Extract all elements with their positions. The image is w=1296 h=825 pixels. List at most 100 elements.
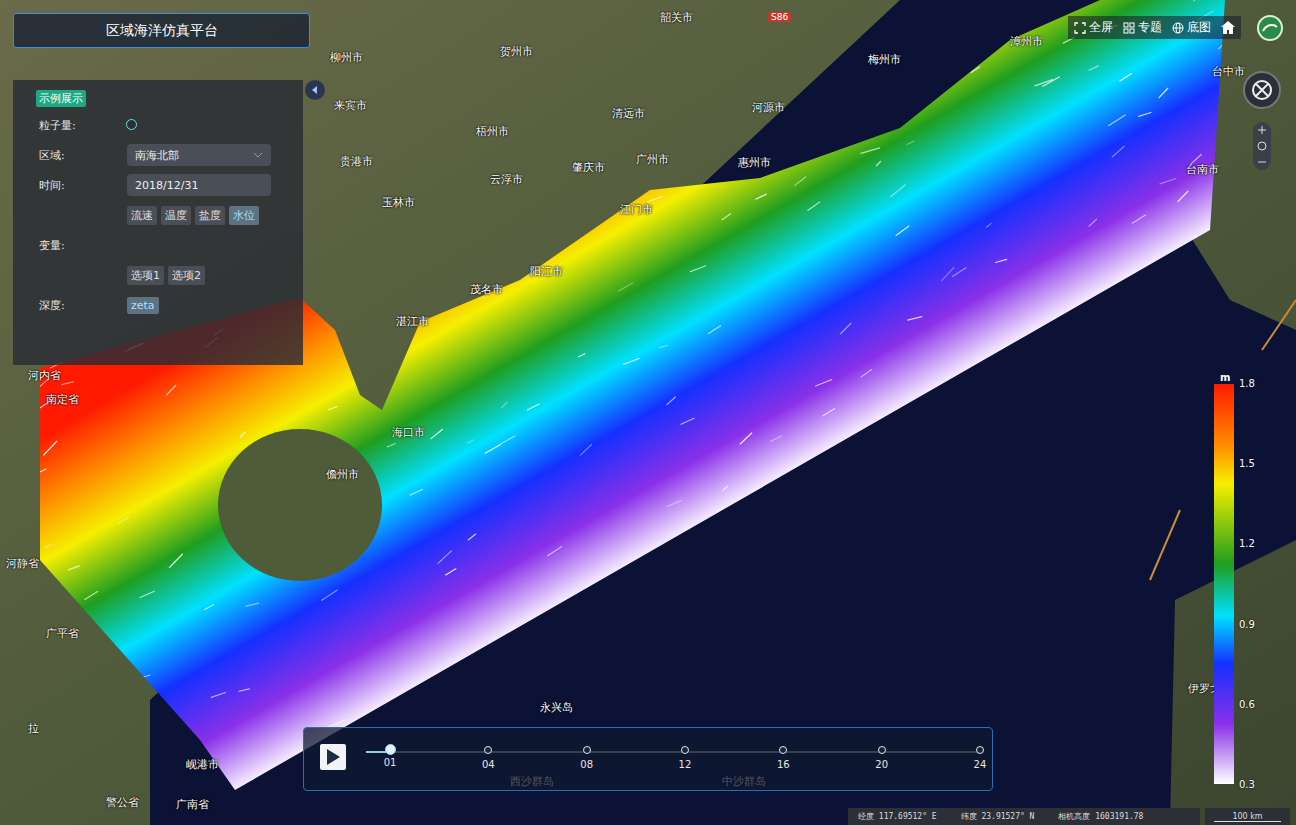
particle-streak	[350, 25, 365, 34]
particle-streak	[667, 397, 676, 405]
legend-tick: 0.3	[1239, 779, 1255, 790]
map-label: 阳江市	[530, 264, 563, 279]
flow-particles	[0, 0, 1293, 821]
time-tick[interactable]: 04	[476, 746, 500, 770]
map-label: 贵港市	[340, 154, 373, 169]
particle-streak	[12, 487, 27, 499]
home-button[interactable]	[1221, 21, 1235, 34]
particle-streak	[458, 89, 465, 94]
collapse-button[interactable]	[305, 80, 325, 100]
particle-streak	[413, 97, 423, 103]
depth-row: 深度: zeta	[39, 293, 291, 317]
particle-streak	[1219, 42, 1226, 48]
particle-streak	[791, 717, 798, 721]
chevron-down-icon	[253, 152, 263, 158]
particle-streak	[623, 816, 629, 820]
time-track[interactable]: 01 04 08 12 16 20 24	[366, 739, 982, 779]
time-field[interactable]: 2018/12/31	[127, 174, 271, 196]
particle-streak	[579, 605, 591, 614]
toolbar-button[interactable]: 全屏	[1074, 19, 1113, 36]
variable-label: 变量:	[39, 238, 127, 253]
particle-streak	[667, 500, 681, 506]
particle-streak	[801, 593, 809, 595]
particle-streak	[246, 603, 259, 606]
particle-streak	[718, 507, 724, 511]
particles-slider[interactable]	[127, 124, 267, 126]
time-tick[interactable]: 08	[575, 746, 599, 770]
particle-streak	[442, 160, 453, 170]
depth-button[interactable]: zeta	[127, 297, 159, 314]
map-label: 河源市	[752, 100, 785, 115]
particle-streak	[39, 62, 44, 67]
map-label: 惠州市	[738, 155, 771, 170]
time-tick[interactable]: 24	[968, 746, 992, 770]
time-tick[interactable]: 20	[870, 746, 894, 770]
particle-streak	[1195, 725, 1213, 730]
map-label: 儋州市	[326, 467, 359, 482]
region-select[interactable]: 南海北部	[127, 144, 271, 166]
particle-streak	[756, 194, 766, 199]
time-tick-label: 16	[777, 759, 790, 770]
map-label: 拉	[28, 721, 39, 736]
particle-streak	[922, 439, 934, 443]
particle-streak	[551, 245, 562, 250]
particle-streak	[1110, 734, 1124, 742]
particle-streak	[892, 527, 906, 531]
map-label: 台南市	[1186, 162, 1219, 177]
toolbar-button[interactable]: 底图	[1172, 19, 1211, 36]
variable-button[interactable]: 流速	[127, 206, 157, 225]
compass-button[interactable]	[1242, 70, 1282, 114]
particle-streak	[1153, 599, 1158, 602]
particle-streak	[507, 650, 523, 657]
particle-streak	[1090, 539, 1102, 548]
particle-streak	[1111, 666, 1120, 671]
particle-streak	[1255, 457, 1267, 467]
particle-streak	[1194, 0, 1201, 1]
particle-streak	[62, 382, 74, 385]
particle-streak	[85, 591, 98, 599]
map-label: 梧州市	[476, 124, 509, 139]
particle-streak	[1017, 399, 1034, 406]
particle-streak	[411, 235, 417, 239]
time-tick[interactable]: 12	[673, 746, 697, 770]
particles-label: 粒子量:	[39, 118, 127, 133]
particle-streak	[387, 444, 395, 447]
time-tick[interactable]: 01	[378, 746, 402, 770]
logo-icon	[1257, 15, 1283, 41]
toolbar-button[interactable]: 专题	[1123, 19, 1162, 36]
variable-button[interactable]: 温度	[161, 206, 191, 225]
map-label: 来宾市	[334, 98, 367, 113]
particle-streak	[795, 177, 806, 186]
variable-button[interactable]: 盐度	[195, 206, 225, 225]
camera-height: 相机高度 1603191.78	[1058, 811, 1143, 822]
particle-streak	[68, 566, 79, 570]
map-label: 清远市	[612, 106, 645, 121]
time-value: 2018/12/31	[135, 179, 198, 192]
play-button[interactable]	[320, 744, 346, 770]
particle-streak	[729, 659, 745, 666]
particle-streak	[15, 816, 23, 820]
particles-knob[interactable]	[126, 119, 137, 130]
particle-streak	[33, 623, 46, 628]
status-bar: 经度 117.69512° E 纬度 23.91527° N 相机高度 1603…	[848, 808, 1200, 825]
particle-streak	[221, 60, 230, 64]
compass-icon	[1242, 70, 1282, 110]
time-tick[interactable]: 16	[771, 746, 795, 770]
particle-streak	[118, 517, 128, 523]
example-tag[interactable]: 示例展示	[36, 90, 86, 107]
option-button[interactable]: 选项2	[168, 266, 205, 285]
map-label: 海口市	[392, 425, 425, 440]
particle-streak	[205, 605, 214, 610]
particle-streak	[820, 113, 831, 119]
particle-streak	[1089, 66, 1098, 70]
particle-streak	[1118, 527, 1134, 539]
map-label: 江门市	[620, 202, 653, 217]
particle-streak	[1128, 567, 1140, 578]
map-label: 南定省	[46, 392, 79, 407]
variable-button[interactable]: 水位	[229, 206, 259, 225]
particle-streak	[1049, 0, 1063, 1]
zoom-icon[interactable]	[1253, 122, 1271, 170]
map-label: 广州市	[636, 152, 669, 167]
option-button[interactable]: 选项1	[127, 266, 164, 285]
particle-streak	[974, 594, 986, 600]
